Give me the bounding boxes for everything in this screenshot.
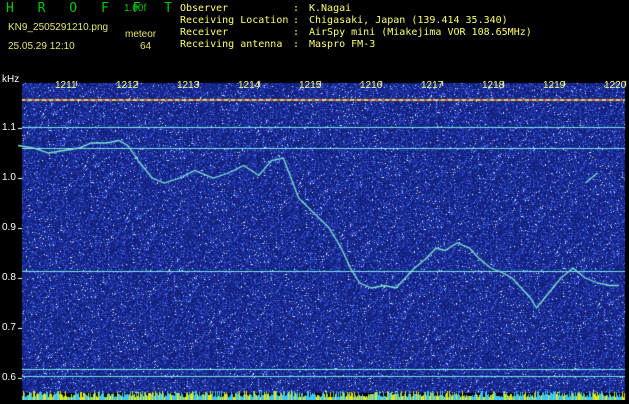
info-row-receiver: Receiver: AirSpy mini (Miakejima VOR 108.…: [180, 27, 532, 38]
x-tick-label: 1219: [543, 80, 566, 91]
y-tick-label: 0.8: [2, 272, 16, 283]
filename-label: KN9_2505291210.png: [8, 22, 109, 33]
info-value: Chigasaki, Japan (139.414 35.340): [309, 15, 508, 26]
x-tick-label: 1218: [482, 80, 505, 91]
info-row-location: Receiving Location: Chigasaki, Japan (139…: [180, 15, 508, 26]
version-label: 1.00f: [124, 3, 147, 14]
info-value: Maspro FM-3: [309, 39, 376, 50]
meteor-label: meteor: [125, 29, 157, 40]
y-tick-label: 0.7: [2, 322, 16, 333]
y-tick-label: 1.0: [2, 172, 16, 183]
y-unit-label: kHz: [2, 74, 20, 85]
spectrogram-panel: kHz 1.1 1.0 0.9 0.8 0.7 0.6 1211 1212 1213 1214 1…: [0, 74, 629, 400]
info-row-observer: Observer: K.Nagai: [180, 3, 351, 14]
info-value: K.Nagai: [309, 3, 352, 14]
info-separator: :: [293, 3, 300, 14]
info-separator: :: [293, 39, 300, 50]
x-tick-label: 1220: [604, 80, 627, 91]
info-row-antenna: Receiving antenna: Maspro FM-3: [180, 39, 375, 50]
info-separator: :: [293, 27, 300, 38]
app-title: H R O F F T: [6, 1, 181, 16]
info-separator: :: [293, 15, 300, 26]
info-label: Observer: [180, 3, 229, 14]
meteor-count: 64: [140, 41, 152, 52]
info-value: AirSpy mini (Miakejima VOR 108.65MHz): [309, 27, 532, 38]
info-label: Receiving antenna: [180, 39, 283, 50]
x-tick-label: 1213: [177, 80, 200, 91]
spectrogram-canvas: [0, 75, 629, 400]
x-tick-label: 1214: [238, 80, 261, 91]
y-tick-label: 0.6: [2, 372, 16, 383]
info-label: Receiver: [180, 27, 229, 38]
x-tick-label: 1216: [360, 80, 383, 91]
y-tick-label: 1.1: [2, 122, 16, 133]
info-label: Receiving Location: [180, 15, 289, 26]
y-tick-label: 0.9: [2, 222, 16, 233]
x-tick-label: 1217: [421, 80, 444, 91]
x-tick-label: 1215: [299, 80, 322, 91]
x-tick-label: 1212: [116, 80, 139, 91]
x-tick-label: 1211: [55, 80, 77, 91]
datetime-label: 25.05.29 12:10: [8, 41, 75, 52]
